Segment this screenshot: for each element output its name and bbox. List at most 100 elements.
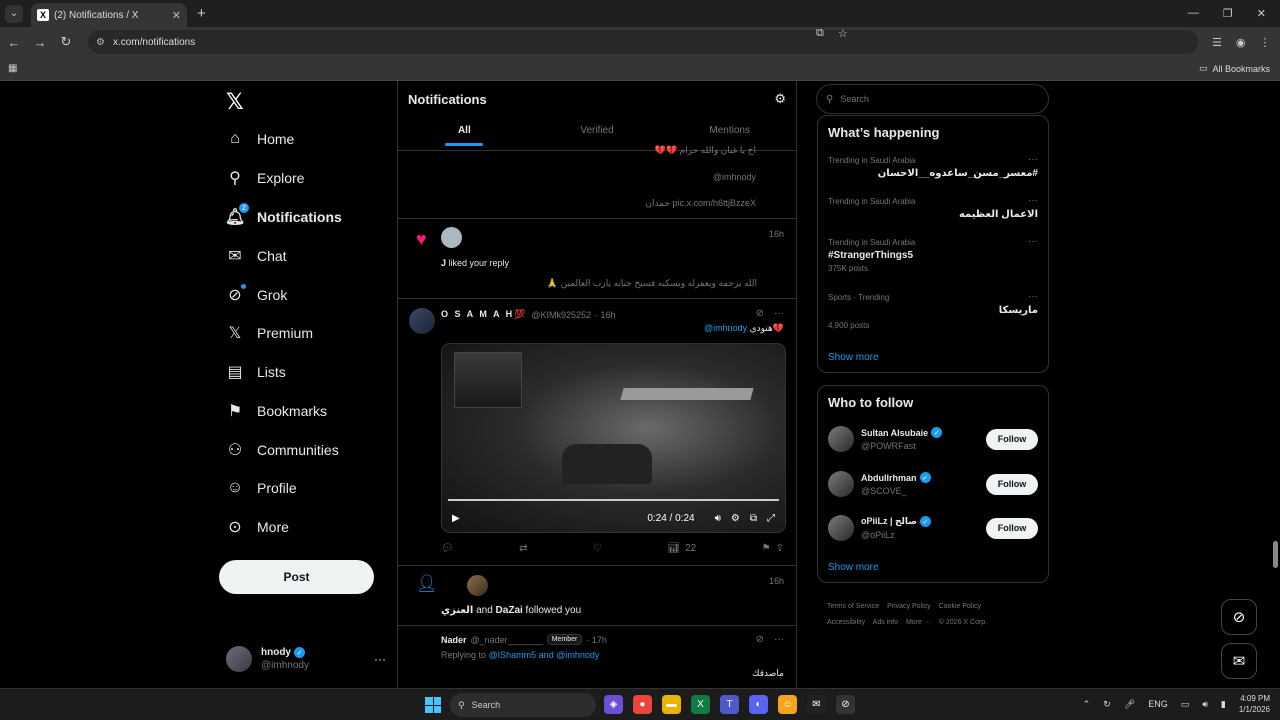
messages-fab-icon[interactable]: ✉ (1221, 643, 1257, 679)
all-bookmarks-button[interactable]: ▭ All Bookmarks (1199, 63, 1270, 74)
scrollbar[interactable] (1273, 541, 1278, 568)
follow-button[interactable]: Follow (986, 517, 1038, 539)
battery-icon[interactable]: ▮ (1221, 699, 1226, 710)
follow-button[interactable]: Follow (986, 473, 1038, 495)
apps-icon[interactable]: ▦ (8, 63, 17, 74)
grok-icon[interactable]: ⊘ (756, 634, 764, 645)
close-window-icon[interactable]: ✕ (1257, 7, 1266, 20)
search-input[interactable]: ⚲ Search (816, 84, 1049, 114)
follow-suggestion[interactable]: oPiiLz | صالح ✓ @oPiiLz Follow (828, 513, 1038, 543)
account-switcher[interactable]: hnody ✓ @imhnody ··· (226, 641, 386, 677)
media-icon[interactable]: ☰ (1212, 36, 1222, 49)
footer-link[interactable]: Privacy Policy (887, 603, 931, 610)
nav-chat[interactable]: ✉ Chat (226, 241, 286, 271)
more-dots-icon[interactable]: ··· (774, 634, 784, 645)
footer-link[interactable]: Accessibility (827, 619, 865, 626)
follow-button[interactable]: Follow (986, 428, 1038, 450)
sync-icon[interactable]: ↻ (1103, 699, 1111, 710)
more-dots-icon[interactable]: ··· (1028, 195, 1038, 206)
nav-communities[interactable]: ⚇ Communities (226, 435, 339, 465)
back-icon[interactable]: ← (2, 35, 26, 50)
mention-link[interactable]: @imhnody (713, 172, 756, 182)
trend-item[interactable]: Trending in Saudi Arabia الاعمال العظيمه… (828, 195, 1038, 220)
trend-item[interactable]: Sports · Trending ماريسكا 4,900 posts ··… (828, 291, 1038, 330)
reply-tweet[interactable]: Nader @_nader_______ Member · 17h ⊘ ··· R… (398, 626, 796, 688)
reload-icon[interactable]: ↻ (54, 34, 78, 50)
views-button[interactable]: 📊︎ 22 (667, 543, 696, 554)
profile-icon[interactable]: ◉ (1236, 36, 1246, 49)
avatar[interactable] (409, 308, 435, 334)
video-progress-bar[interactable] (448, 499, 779, 501)
trend-item[interactable]: Trending in Saudi Arabia #معسر_مسن_ساعدو… (828, 154, 1038, 179)
follower-name[interactable]: DaZai (496, 605, 523, 616)
forward-icon[interactable]: → (28, 35, 52, 50)
language-indicator[interactable]: ENG (1148, 699, 1168, 709)
new-tab-button[interactable]: + (197, 5, 206, 22)
windows-start-icon[interactable] (425, 697, 441, 713)
nav-lists[interactable]: ▤ Lists (226, 357, 285, 387)
more-dots-icon[interactable]: ··· (1028, 236, 1038, 247)
tab-mentions[interactable]: Mentions (663, 125, 796, 146)
avatar[interactable] (828, 515, 854, 541)
show-more-link[interactable]: Show more (828, 352, 879, 363)
display-icon[interactable]: ▭ (1181, 699, 1190, 710)
discord-icon[interactable]: ◐ (749, 695, 768, 714)
avatar[interactable] (828, 471, 854, 497)
nav-explore[interactable]: ⚲ Explore (226, 163, 304, 193)
star-icon[interactable]: ☆ (838, 27, 848, 40)
site-info-icon[interactable]: ⚙ (96, 37, 105, 48)
restore-icon[interactable]: ❐ (1223, 7, 1233, 20)
tab-search-button[interactable]: ⌄ (5, 4, 23, 23)
author-name[interactable]: O S A M A H💯 (441, 309, 527, 320)
pip-icon[interactable]: ⧉ (750, 513, 757, 524)
tab-verified[interactable]: Verified (531, 125, 664, 146)
follow-suggestion[interactable]: Sultan Alsubaie ✓ @POWRFast Follow (828, 424, 1038, 454)
footer-link[interactable]: Cookie Policy (939, 603, 981, 610)
nav-bookmarks[interactable]: ⚑ Bookmarks (226, 396, 327, 426)
notification-item[interactable]: اخ يا غبان والله حرام 💔💔 @imhnody حمدان … (398, 145, 796, 219)
clock[interactable]: 4:09 PM 1/1/2026 (1239, 693, 1270, 715)
mail-app-icon[interactable]: ✉ (807, 695, 826, 714)
emoji-app-icon[interactable]: ☺ (778, 695, 797, 714)
gear-icon[interactable]: ⚙ (774, 91, 786, 107)
excel-icon[interactable]: X (691, 695, 710, 714)
x-logo-icon[interactable]: 𝕏 (226, 89, 244, 115)
grok-fab-icon[interactable]: ⊘ (1221, 599, 1257, 635)
footer-link[interactable]: Ads info (873, 619, 898, 626)
nav-grok[interactable]: ⊘ Grok (226, 280, 287, 310)
more-dots-icon[interactable]: ··· (1028, 291, 1038, 302)
show-more-link[interactable]: Show more (828, 562, 879, 573)
avatar[interactable] (467, 575, 488, 596)
more-dots-icon[interactable]: ··· (774, 308, 784, 319)
like-icon[interactable]: ♡ (593, 543, 602, 554)
author-handle[interactable]: @_nader_______ (471, 635, 543, 645)
play-icon[interactable]: ▶ (452, 513, 460, 524)
mention-tweet[interactable]: O S A M A H💯 @KIMk925252 · 16h ⊘ ··· @imh… (398, 299, 796, 566)
like-notification[interactable]: ♥ 16h J liked your reply الله يرحمه ويغف… (398, 219, 796, 299)
follow-notification[interactable]: 👤︎ 16h العنزي and DaZai followed you (398, 566, 796, 626)
menu-icon[interactable]: ⋮ (1259, 36, 1270, 49)
author-name[interactable]: Nader (441, 635, 467, 645)
tab-all[interactable]: All (398, 125, 531, 146)
more-dots-icon[interactable]: ··· (1028, 154, 1038, 165)
url-bar[interactable]: ⚙ x.com/notifications ⧉ ☆ (88, 27, 1198, 54)
nav-notifications[interactable]: 🔔︎ 2 Notifications (225, 202, 342, 232)
reply-icon[interactable]: 💬︎ (441, 543, 454, 554)
nav-more[interactable]: ⊙ More (226, 512, 289, 542)
chrome-icon[interactable]: ● (633, 695, 652, 714)
trend-item[interactable]: Trending in Saudi Arabia #StrangerThings… (828, 236, 1038, 273)
fullscreen-icon[interactable]: ⤢ (767, 513, 775, 524)
mention-link[interactable]: @imhnody (704, 323, 747, 333)
nav-premium[interactable]: 𝕏 Premium (226, 318, 313, 348)
avatar[interactable] (828, 426, 854, 452)
footer-link[interactable]: Terms of Service (827, 603, 879, 610)
settings-icon[interactable]: ⚙ (731, 513, 740, 524)
retweet-icon[interactable]: ⇄ (519, 543, 527, 554)
app-icon[interactable]: ⊘ (836, 695, 855, 714)
minimize-icon[interactable]: — (1188, 7, 1199, 20)
install-icon[interactable]: ⧉ (816, 27, 824, 40)
volume-icon[interactable]: 🔊︎ (715, 513, 721, 524)
more-dots-icon[interactable]: ··· (374, 652, 386, 666)
footer-link[interactable]: More ··· (906, 619, 931, 626)
author-handle[interactable]: @KIMk925252 (531, 310, 591, 320)
